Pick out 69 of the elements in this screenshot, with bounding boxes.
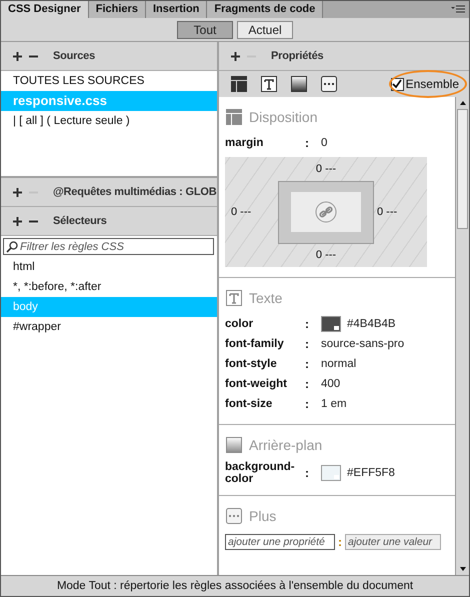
margin-value[interactable]: 0 --- [316,249,336,262]
plus-icon [13,52,22,60]
colon: : [305,357,310,371]
colon: : [305,397,310,411]
color-swatch[interactable] [321,465,341,481]
selector-item[interactable]: html [1,257,217,277]
tab[interactable]: Fragments de code [207,1,324,18]
panel-title: Sélecteurs [53,215,107,227]
property-name: font-size [225,398,274,410]
selector-item[interactable]: #wrapper [1,317,217,337]
colon: : [305,466,310,480]
gradient-icon [225,436,243,454]
property-value[interactable]: 1 em [321,398,347,410]
tab[interactable]: Insertion [146,1,208,18]
tab[interactable]: CSS Designer [1,1,89,18]
panel-title: Sources [53,50,96,62]
tab[interactable]: Fichiers [88,1,146,18]
property-name: font-family [225,338,285,350]
property-value[interactable]: 0 [321,137,328,149]
source-item[interactable]: | [ all ] ( Lecture seule ) [1,111,217,131]
layout-icon [225,108,243,126]
property-input[interactable]: ajouter une propriété [225,534,335,550]
property-value[interactable]: normal [321,358,356,370]
gradient-icon[interactable] [290,75,308,93]
panel-title: Propriétés [271,50,324,62]
text-icon[interactable] [260,75,278,93]
mode-button[interactable]: Tout [177,21,233,39]
plus-icon [13,188,22,196]
source-item[interactable]: TOUTES LES SOURCES [1,71,217,91]
margin-value[interactable]: 0 --- [316,162,336,175]
property-name: background-color [225,461,296,485]
plus-icon [231,52,240,60]
colon: : [338,535,342,549]
selector-item[interactable]: *, *:before, *:after [1,277,217,297]
filter-field[interactable]: Filtrer les règles CSS [3,238,214,255]
layout-icon[interactable] [230,75,248,93]
link-icon [315,201,337,223]
section-title: Plus [249,508,276,524]
property-name: margin [225,137,264,149]
section-title: Disposition [249,109,318,125]
colon: : [305,317,310,331]
property-name: color [225,318,254,330]
section-title: Arrière-plan [249,437,322,453]
property-value[interactable]: 400 [321,378,340,390]
margin-value[interactable]: 0 --- [377,206,398,218]
color-swatch[interactable] [321,316,341,332]
search-icon [6,241,18,253]
property-name: font-style [225,358,278,370]
property-value[interactable]: source-sans-pro [321,338,404,350]
show-set-checkbox[interactable]: Ensemble [390,77,459,91]
scrollbar[interactable] [455,97,469,575]
property-value[interactable]: #EFF5F8 [347,467,395,479]
colon: : [305,377,310,391]
property-value[interactable]: #4B4B4B [347,318,396,330]
mode-button[interactable]: Actuel [237,21,293,39]
panel-title: @Requêtes multimédias : GLOB [53,186,216,198]
check-icon [392,79,402,89]
plus-icon [13,216,22,226]
scroll-thumb[interactable] [457,109,468,229]
section-title: Texte [249,290,282,306]
colon: : [305,337,310,351]
panel-menu-icon [451,5,465,14]
more-icon [225,507,243,525]
colon: : [305,136,310,150]
value-input[interactable]: ajouter une valeur [345,534,441,550]
text-icon [225,289,243,307]
property-name: font-weight [225,378,288,390]
more-icon[interactable] [320,75,338,93]
margin-value[interactable]: 0 --- [231,206,252,218]
